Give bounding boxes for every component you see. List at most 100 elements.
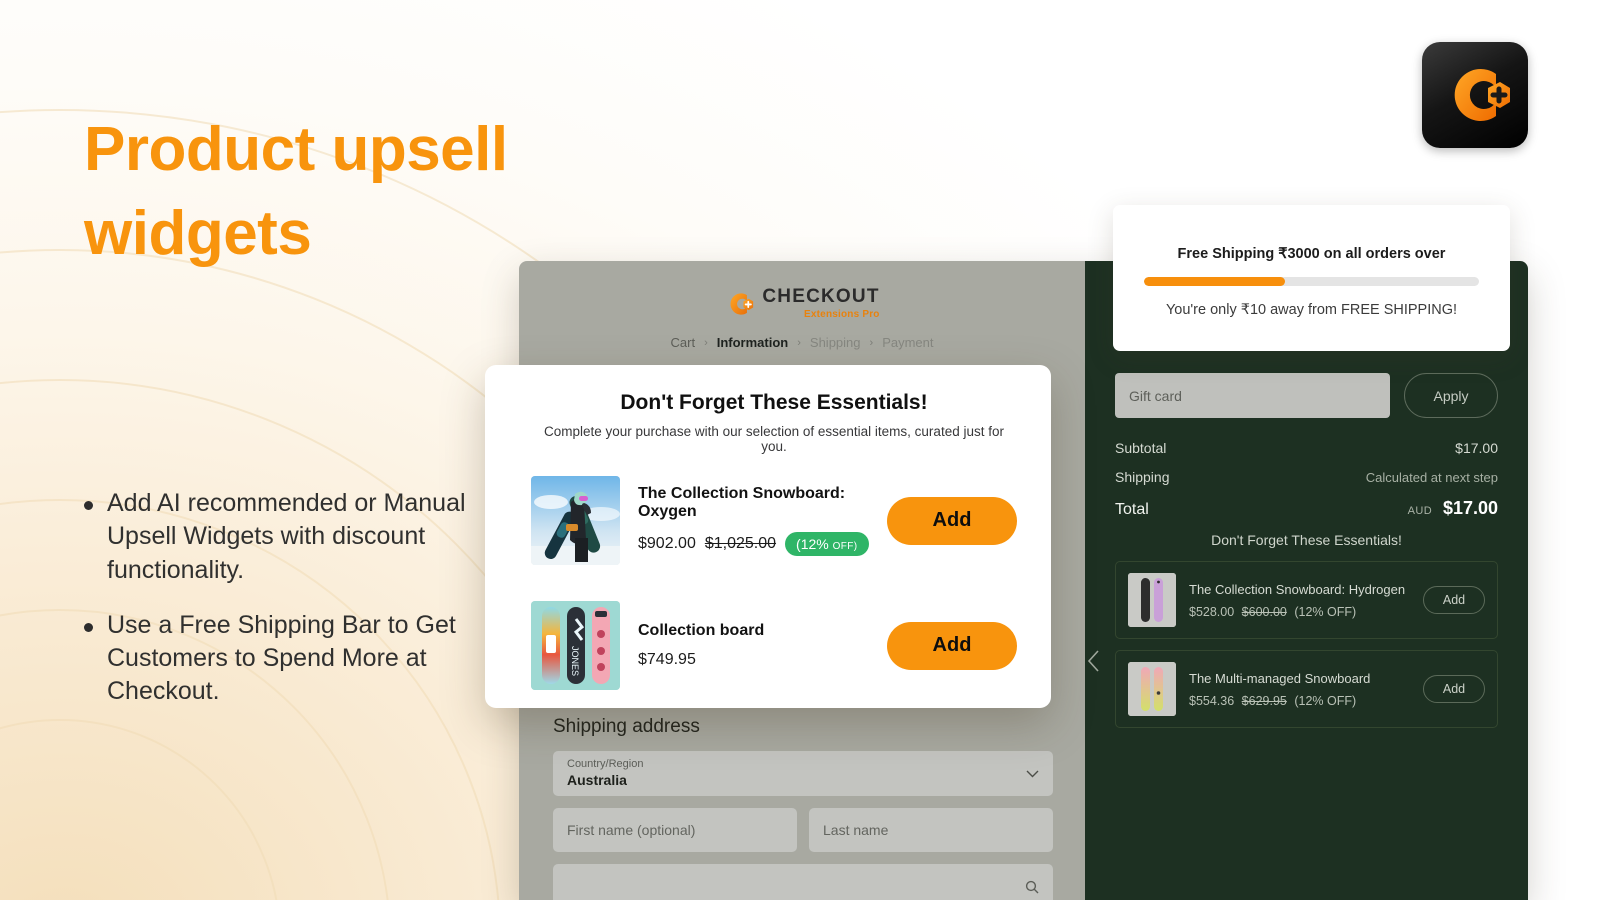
chevron-left-icon[interactable] <box>1087 650 1100 672</box>
upsell-modal-price: $902.00 <box>638 535 696 552</box>
hydrogen-snowboard-image <box>1128 573 1176 627</box>
shipping-address-heading: Shipping address <box>553 716 700 737</box>
panel-upsell-name: The Collection Snowboard: Hydrogen <box>1189 581 1406 597</box>
multi-managed-snowboard-image <box>1128 662 1176 716</box>
gift-card-row: Gift card Apply <box>1115 373 1498 418</box>
panel-upsell-widget: Don't Forget These Essentials! The Colle… <box>1087 532 1498 728</box>
total-currency: AUD <box>1407 505 1433 517</box>
upsell-modal-item-name: Collection board <box>638 622 765 639</box>
free-shipping-title: Free Shipping ₹3000 on all orders over <box>1177 246 1446 262</box>
panel-upsell-card: The Multi-managed Snowboard $554.36 $629… <box>1115 650 1498 728</box>
country-region-value: Australia <box>567 772 627 789</box>
subtotal-label: Subtotal <box>1115 440 1167 456</box>
first-name-placeholder: First name (optional) <box>567 822 696 838</box>
oxygen-snowboard-photo <box>531 476 620 565</box>
discount-badge: (12% OFF) <box>785 532 869 556</box>
total-value: $17.00 <box>1442 498 1498 518</box>
panel-upsell-add-button[interactable]: Add <box>1423 675 1485 703</box>
upsell-modal-thumbnail: JONES <box>531 601 620 690</box>
panel-upsell-prices: $528.00 $600.00 (12% OFF) <box>1189 605 1410 619</box>
upsell-modal-item: JONES Collection board $749.95 Add <box>531 601 1017 690</box>
brand-wordmark: CHECKOUT Extensions Pro <box>762 287 879 320</box>
svg-text:JONES: JONES <box>570 646 580 676</box>
country-region-label: Country/Region <box>567 757 644 770</box>
upsell-modal-title: Don't Forget These Essentials! <box>620 391 928 414</box>
first-name-input[interactable]: First name (optional) <box>553 808 797 852</box>
country-region-select[interactable]: Country/Region Australia <box>553 751 1053 796</box>
subtotal-row: Subtotal $17.00 <box>1115 440 1498 456</box>
breadcrumb-separator-icon: › <box>797 336 801 349</box>
bullet-text: Use a Free Shipping Bar to Get Customers… <box>107 610 456 706</box>
shipping-value: Calculated at next step <box>1365 470 1498 485</box>
upsell-modal-item-info: Collection board $749.95 <box>638 622 869 669</box>
upsell-modal-price-row: $749.95 <box>638 651 869 669</box>
upsell-modal-item: The Collection Snowboard: Oxygen $902.00… <box>531 476 1017 565</box>
panel-upsell-info: The Multi-managed Snowboard $554.36 $629… <box>1189 670 1410 709</box>
page-title-line-1: Product upsell <box>84 115 508 184</box>
panel-upsell-info: The Collection Snowboard: Hydrogen $528.… <box>1189 581 1410 620</box>
shipping-label: Shipping <box>1115 469 1170 485</box>
panel-upsell-card: The Collection Snowboard: Hydrogen $528.… <box>1115 561 1498 639</box>
order-summary-panel: 1 The Videographer Snowboard $17.00 Gift… <box>1085 261 1528 900</box>
subtotal-value: $17.00 <box>1455 440 1498 456</box>
breadcrumb-item-payment[interactable]: Payment <box>882 335 933 350</box>
checkout-extensions-pro-icon <box>1454 69 1510 121</box>
total-row: Total AUD $17.00 <box>1115 498 1498 519</box>
panel-upsell-discount: (12% OFF) <box>1294 605 1357 620</box>
collection-board-image: JONES <box>531 601 620 690</box>
upsell-modal-add-button[interactable]: Add <box>887 496 1017 545</box>
apply-gift-card-button[interactable]: Apply <box>1404 373 1498 418</box>
free-shipping-bar-widget: Free Shipping ₹3000 on all orders over Y… <box>1113 205 1510 351</box>
order-totals: Subtotal $17.00 Shipping Calculated at n… <box>1115 440 1498 519</box>
last-name-placeholder: Last name <box>823 822 889 838</box>
bullet-dot-icon <box>84 501 93 510</box>
search-icon <box>1025 880 1039 893</box>
address-input[interactable] <box>553 864 1053 900</box>
checkout-brand: CHECKOUT Extensions Pro <box>519 287 1085 320</box>
upsell-modal-item-info: The Collection Snowboard: Oxygen $902.00… <box>638 485 869 556</box>
app-logo <box>1422 42 1528 148</box>
shipping-address-section: Shipping address Country/Region Australi… <box>553 716 1053 900</box>
chevron-down-icon <box>1026 770 1039 777</box>
free-shipping-progress-track <box>1144 277 1479 286</box>
free-shipping-progress-fill <box>1144 277 1285 286</box>
breadcrumb-separator-icon: › <box>704 336 708 349</box>
breadcrumb-item-information[interactable]: Information <box>717 335 789 350</box>
gift-card-input[interactable]: Gift card <box>1115 373 1390 418</box>
upsell-modal-compare-at: $1,025.00 <box>704 535 777 552</box>
upsell-modal-subtitle: Complete your purchase with our selectio… <box>544 424 1004 454</box>
breadcrumb-separator-icon: › <box>869 336 874 349</box>
breadcrumb: Cart › Information › Shipping › Payment <box>519 335 1085 350</box>
shipping-row: Shipping Calculated at next step <box>1115 469 1498 485</box>
name-field-row: First name (optional) Last name <box>553 808 1053 852</box>
last-name-input[interactable]: Last name <box>809 808 1053 852</box>
breadcrumb-item-cart[interactable]: Cart <box>671 335 696 350</box>
panel-upsell-discount: (12% OFF) <box>1294 694 1357 709</box>
feature-bullet-list: Add AI recommended or Manual Upsell Widg… <box>84 487 484 731</box>
panel-upsell-prices: $554.36 $629.95 (12% OFF) <box>1189 694 1410 708</box>
breadcrumb-item-shipping[interactable]: Shipping <box>810 335 861 350</box>
bullet-text: Add AI recommended or Manual Upsell Widg… <box>107 489 466 584</box>
brand-subtitle: Extensions Pro <box>804 309 880 320</box>
total-amount-group: AUD $17.00 <box>1408 498 1498 519</box>
upsell-modal-price-row: $902.00 $1,025.00 (12% OFF) <box>638 532 869 556</box>
panel-upsell-name: The Multi-managed Snowboard <box>1189 670 1371 686</box>
total-label: Total <box>1115 501 1149 518</box>
panel-upsell-add-button[interactable]: Add <box>1423 586 1485 614</box>
page-title: Product upsell widgets <box>84 108 724 277</box>
bullet-dot-icon <box>84 622 93 632</box>
panel-upsell-price: $528.00 <box>1189 605 1235 620</box>
panel-upsell-price: $554.36 <box>1189 694 1235 709</box>
panel-upsell-compare-at: $629.95 <box>1241 694 1287 709</box>
panel-upsell-title: Don't Forget These Essentials! <box>1211 532 1402 548</box>
upsell-modal-item-name: The Collection Snowboard: Oxygen <box>638 485 846 520</box>
panel-upsell-compare-at: $600.00 <box>1241 605 1287 620</box>
panel-upsell-thumbnail <box>1128 573 1176 627</box>
upsell-modal-add-button[interactable]: Add <box>887 621 1017 670</box>
brand-name: CHECKOUT <box>762 286 880 307</box>
upsell-modal-thumbnail <box>531 476 620 565</box>
discount-badge-suffix: OFF) <box>832 541 858 552</box>
discount-badge-percent: (12% <box>796 536 829 552</box>
free-shipping-message: You're only ₹10 away from FREE SHIPPING! <box>1165 302 1458 318</box>
brand-logo-icon <box>730 292 754 315</box>
